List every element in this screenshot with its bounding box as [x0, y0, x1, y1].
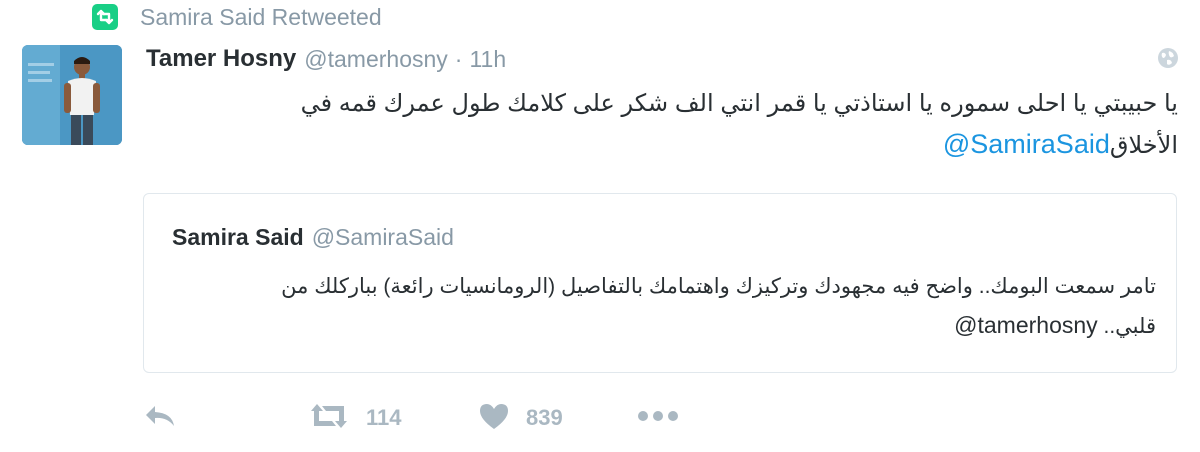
author-name[interactable]: Tamer Hosny: [146, 45, 296, 73]
quoted-tweet-header: Samira Said @SamiraSaid: [172, 224, 454, 251]
tweet-text-word: الأخلاق: [1109, 132, 1178, 159]
quoted-author-handle: @SamiraSaid: [311, 224, 454, 250]
quoted-tweet-text: تامر سمعت البومك.. واضح فيه مجهودك وتركي…: [281, 268, 1156, 346]
quoted-text-line: قلبي.. @tamerhosny: [281, 306, 1156, 346]
reply-button[interactable]: [143, 398, 177, 438]
like-count: 839: [526, 405, 563, 430]
globe-icon: [1156, 46, 1180, 70]
tweet-text-line: يا حبيبتي يا احلى سموره يا استاذتي يا قم…: [300, 90, 1178, 117]
more-options-icon: [636, 409, 680, 428]
quoted-text-word: قلبي..: [1103, 315, 1157, 338]
quoted-tweet[interactable]: Samira Said @SamiraSaid تامر سمعت البومك…: [143, 193, 1177, 373]
quoted-text-line: تامر سمعت البومك.. واضح فيه مجهودك وتركي…: [281, 275, 1156, 298]
like-button[interactable]: 839: [478, 398, 563, 438]
quoted-author-name: Samira Said: [172, 224, 304, 250]
mention-link[interactable]: @SamiraSaid: [943, 129, 1110, 159]
retweet-button[interactable]: 114: [308, 398, 402, 438]
retweet-context-text[interactable]: Samira Said Retweeted: [140, 4, 382, 31]
retweet-action-icon: [308, 401, 350, 436]
tweet-header: Tamer Hosny @tamerhosny · 11h: [146, 42, 506, 76]
tweet-text-line: الأخلاق@SamiraSaid: [943, 124, 1178, 166]
heart-icon: [478, 401, 510, 436]
reply-icon: [143, 403, 177, 434]
more-options-button[interactable]: [636, 398, 680, 438]
header-separator: ·: [454, 45, 463, 72]
retweet-count: 114: [366, 405, 402, 430]
timestamp[interactable]: 11h: [469, 46, 506, 73]
retweet-context: Samira Said Retweeted: [92, 2, 382, 32]
avatar[interactable]: [22, 45, 122, 145]
quoted-mention: @tamerhosny: [954, 312, 1098, 338]
tweet-card[interactable]: Samira Said Retweeted Tamer Hosny @tamer…: [0, 0, 1200, 452]
retweet-icon: [92, 4, 118, 30]
author-handle[interactable]: @tamerhosny: [304, 46, 448, 73]
